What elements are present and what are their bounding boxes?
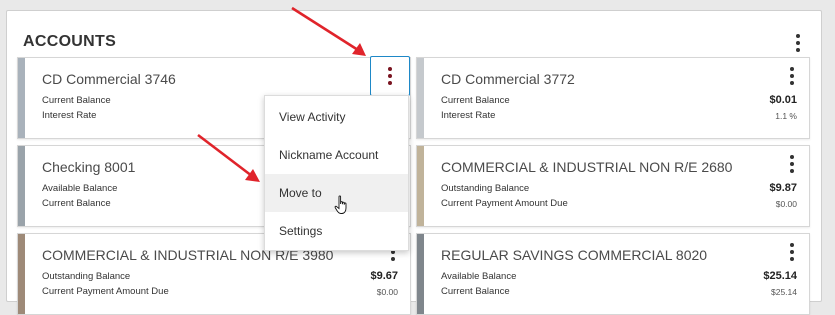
account-card-more-icon[interactable] (370, 56, 410, 96)
account-name: REGULAR SAVINGS COMMERCIAL 8020 (441, 247, 708, 263)
account-card-loan-2680[interactable]: COMMERCIAL & INDUSTRIAL NON R/E 2680 Out… (416, 145, 810, 227)
payment-due-label: Current Payment Amount Due (441, 198, 568, 209)
account-color-bar (18, 146, 25, 226)
balance-value: $0.01 (769, 94, 797, 106)
menu-item-view-activity[interactable]: View Activity (265, 98, 408, 136)
rate-label: Interest Rate (42, 110, 97, 121)
menu-item-nickname-account[interactable]: Nickname Account (265, 136, 408, 174)
rate-value: 1.1 % (775, 111, 797, 121)
account-card-more-icon[interactable] (784, 241, 800, 263)
outstanding-balance-value: $9.87 (769, 182, 797, 194)
account-name: COMMERCIAL & INDUSTRIAL NON R/E 2680 (441, 159, 733, 175)
account-name: Checking 8001 (42, 159, 136, 175)
current-balance-value: $25.14 (771, 287, 797, 297)
account-color-bar (18, 234, 25, 314)
available-balance-value: $25.14 (763, 270, 797, 282)
balance-label: Current Balance (441, 95, 510, 106)
account-color-bar (417, 234, 424, 314)
hand-cursor-icon (334, 195, 347, 214)
payment-due-label: Current Payment Amount Due (42, 286, 169, 297)
current-balance-label: Current Balance (441, 286, 510, 297)
account-color-bar (417, 146, 424, 226)
available-balance-label: Available Balance (42, 183, 118, 194)
available-balance-label: Available Balance (441, 271, 517, 282)
account-context-menu: View Activity Nickname Account Move to S… (264, 95, 409, 251)
account-card-more-icon[interactable] (784, 153, 800, 175)
outstanding-balance-label: Outstanding Balance (42, 271, 131, 282)
account-name: CD Commercial 3772 (441, 71, 575, 87)
account-name: CD Commercial 3746 (42, 71, 176, 87)
payment-due-value: $0.00 (775, 199, 797, 209)
account-color-bar (417, 58, 424, 138)
page-title: ACCOUNTS (23, 33, 117, 50)
account-card-savings-8020[interactable]: REGULAR SAVINGS COMMERCIAL 8020 Availabl… (416, 233, 810, 315)
account-color-bar (18, 58, 25, 138)
current-balance-label: Current Balance (42, 198, 111, 209)
balance-label: Current Balance (42, 95, 111, 106)
account-card-cd-3772[interactable]: CD Commercial 3772 Current Balance Inter… (416, 57, 810, 139)
rate-label: Interest Rate (441, 110, 496, 121)
menu-item-settings[interactable]: Settings (265, 212, 408, 250)
account-card-more-icon[interactable] (784, 65, 800, 87)
accounts-more-icon[interactable] (790, 32, 806, 54)
outstanding-balance-value: $9.67 (370, 270, 398, 282)
outstanding-balance-label: Outstanding Balance (441, 183, 530, 194)
payment-due-value: $0.00 (376, 287, 398, 297)
